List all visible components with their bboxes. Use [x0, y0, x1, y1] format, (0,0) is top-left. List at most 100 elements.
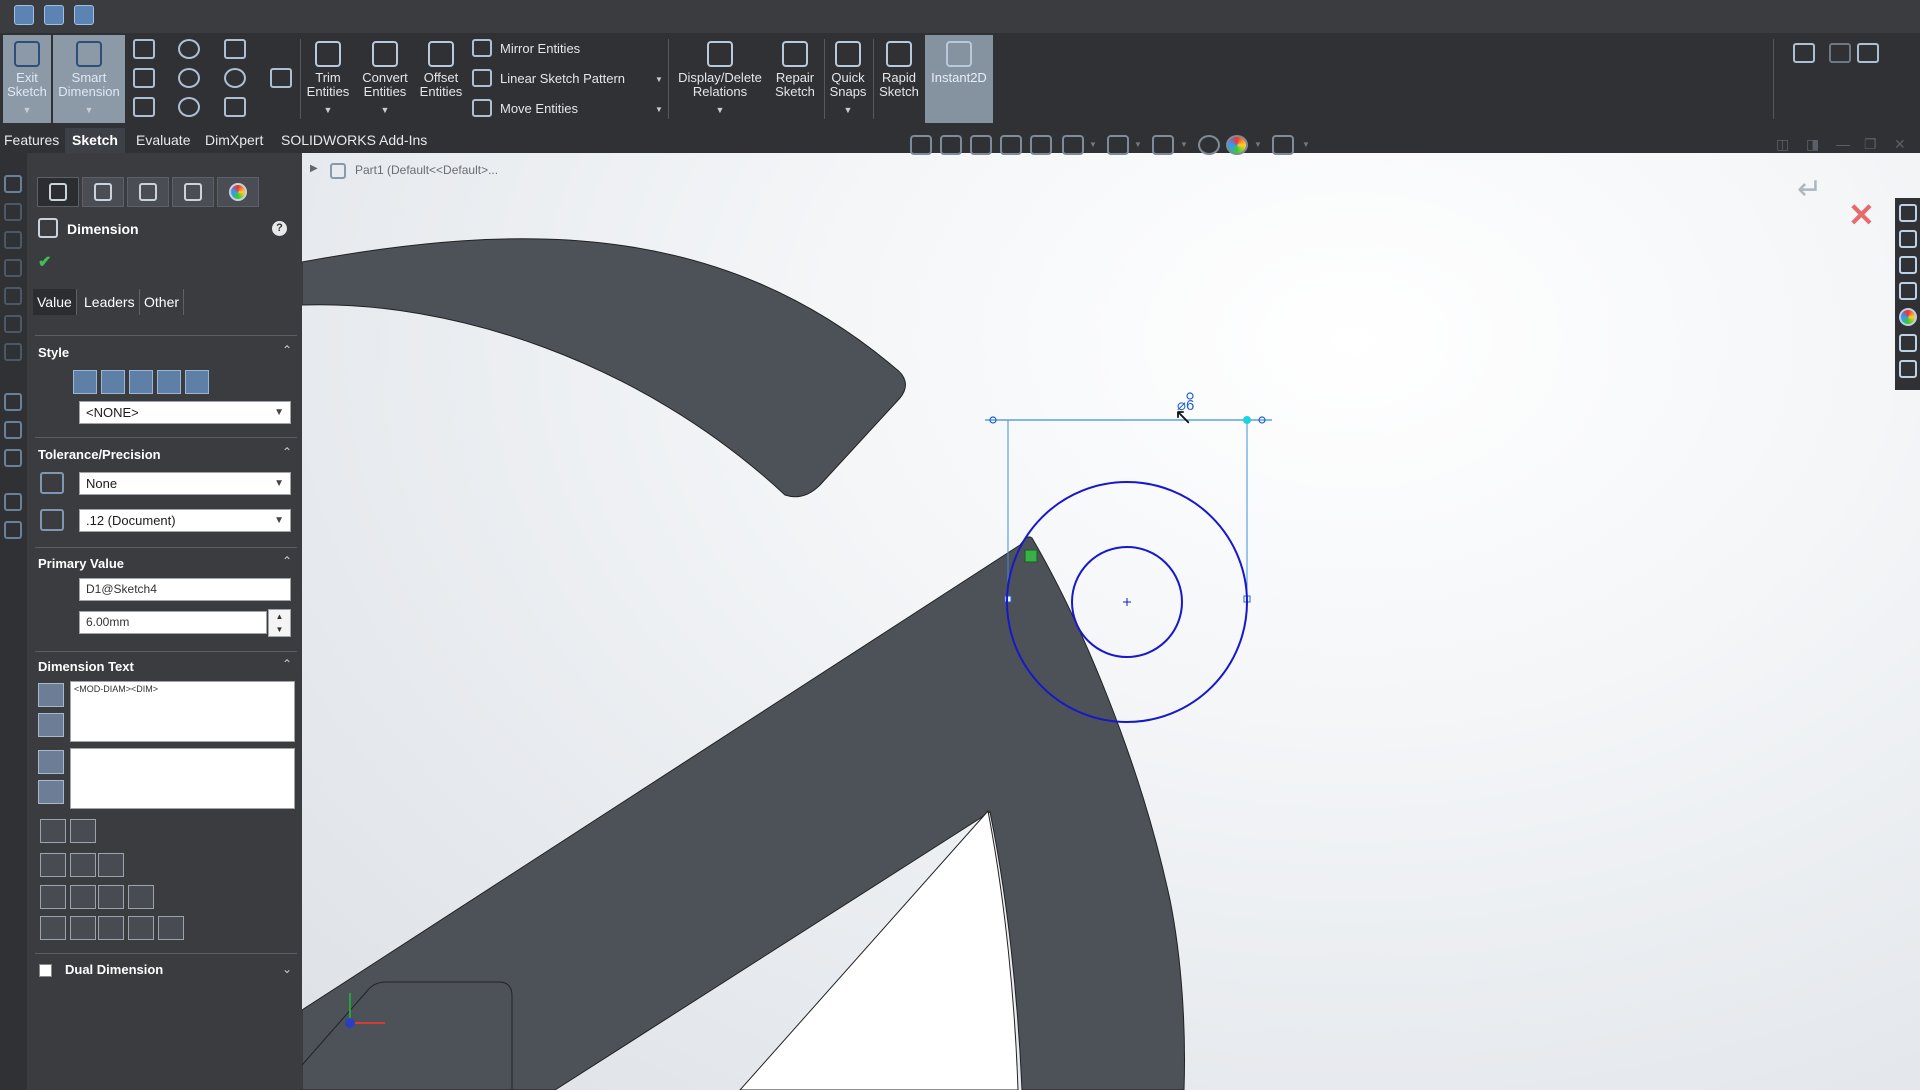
design-library-icon[interactable] [1899, 230, 1917, 248]
expand-icon[interactable]: ⌄ [282, 962, 292, 976]
dimension-text-top-field[interactable]: <MOD-DIAM><DIM> [70, 681, 295, 742]
view-orientation-icon[interactable] [1062, 135, 1084, 155]
align-left-icon[interactable] [40, 853, 66, 877]
display-style-icon[interactable] [1107, 135, 1129, 155]
view-settings-icon[interactable] [1272, 135, 1294, 155]
home-icon[interactable] [1899, 204, 1917, 222]
line-icon[interactable] [133, 39, 155, 59]
tab-leaders[interactable]: Leaders [80, 289, 140, 315]
collapse-icon[interactable]: ⌃ [282, 554, 292, 568]
chevron-down-icon[interactable]: ▼ [3, 103, 51, 117]
previous-view-icon[interactable] [970, 135, 992, 155]
custom-properties-icon[interactable] [1899, 334, 1917, 352]
hide-show-items-icon[interactable] [1152, 135, 1174, 155]
text-right-icon[interactable] [38, 780, 64, 804]
circle-icon[interactable] [178, 39, 200, 59]
exit-sketch-button[interactable]: Exit Sketch ▼ [3, 35, 51, 123]
chevron-down-icon[interactable]: ▼ [655, 75, 663, 84]
more-symbols-icon[interactable] [158, 916, 184, 940]
counterbore-symbol-icon[interactable] [98, 916, 124, 940]
view-palette-icon[interactable] [1899, 282, 1917, 300]
chevron-down-icon[interactable]: ▼ [1089, 140, 1097, 149]
help-icon[interactable]: ? [272, 221, 287, 236]
chevron-down-icon[interactable]: ▼ [826, 103, 870, 117]
spline-icon[interactable] [224, 39, 246, 59]
text-icon[interactable] [270, 68, 292, 88]
apply-scene-icon[interactable] [1226, 135, 1248, 155]
appearances-icon[interactable] [1899, 308, 1917, 326]
precision-select[interactable]: .12 (Document) ▼ [79, 509, 291, 532]
value-spinner[interactable]: ▲ ▼ [268, 609, 291, 637]
tab-solidworks-add-ins[interactable]: SOLIDWORKS Add-Ins [277, 128, 431, 153]
sketch-ink-icon[interactable] [1793, 43, 1815, 63]
dual-dimension-checkbox[interactable] [39, 964, 52, 977]
diameter-symbol-icon[interactable] [40, 885, 66, 909]
tab-evaluate[interactable]: Evaluate [132, 128, 194, 153]
add-style-button[interactable] [101, 370, 125, 394]
chevron-down-icon[interactable]: ▼ [675, 103, 765, 117]
feature-manager-tab[interactable] [37, 177, 79, 207]
trim-entities-button[interactable]: Trim Entities ▼ [302, 35, 354, 123]
text-recognition-icon[interactable] [1857, 43, 1879, 63]
collapse-icon[interactable]: ⌃ [282, 343, 292, 357]
hole-icon[interactable] [4, 343, 22, 361]
tab-sketch[interactable]: Sketch [65, 128, 125, 153]
plus-minus-symbol-icon[interactable] [98, 885, 124, 909]
mirror-entities-button[interactable]: Mirror Entities [472, 39, 580, 57]
sweep-icon[interactable] [4, 231, 22, 249]
align-center-icon[interactable] [70, 853, 96, 877]
dynamic-annotation-icon[interactable] [1030, 135, 1052, 155]
text-above-icon[interactable] [38, 683, 64, 707]
tab-dimxpert[interactable]: DimXpert [201, 128, 267, 153]
split-window-icon[interactable]: ◨ [1806, 136, 1819, 153]
smart-dimension-button[interactable]: Smart Dimension ▼ [53, 35, 125, 123]
chevron-down-icon[interactable]: ▼ [1302, 140, 1310, 149]
convert-entities-button[interactable]: Convert Entities ▼ [356, 35, 414, 123]
tab-features[interactable]: Features [0, 128, 63, 153]
dimension-value-field[interactable]: 6.00mm [79, 611, 267, 634]
section-view-icon[interactable] [1000, 135, 1022, 155]
extrude-icon[interactable] [4, 175, 22, 193]
tab-other[interactable]: Other [140, 289, 185, 315]
chevron-down-icon[interactable]: ▼ [1254, 140, 1262, 149]
loft-icon[interactable] [4, 259, 22, 277]
zoom-to-fit-icon[interactable] [910, 135, 932, 155]
dimension-text-bottom-field[interactable] [70, 748, 295, 809]
move-entities-button[interactable]: Move Entities [472, 99, 578, 117]
edit-appearance-icon[interactable] [1198, 135, 1220, 155]
linear-sketch-pattern-button[interactable]: Linear Sketch Pattern [472, 69, 625, 87]
quick-snaps-button[interactable]: Quick Snaps ▼ [826, 35, 870, 123]
sketch-canvas[interactable] [302, 153, 1920, 1090]
fillet-feature-icon[interactable] [4, 393, 22, 411]
zoom-to-area-icon[interactable] [940, 135, 962, 155]
centerline-symbol-icon[interactable] [128, 885, 154, 909]
save-style-button[interactable] [157, 370, 181, 394]
minimize-icon[interactable]: — [1836, 136, 1850, 152]
tree-expand-icon[interactable]: ▶ [310, 163, 318, 174]
instant2d-button[interactable]: Instant2D [925, 35, 993, 123]
fillet-icon[interactable] [224, 97, 246, 117]
load-style-button[interactable] [185, 370, 209, 394]
shell-icon[interactable] [4, 493, 22, 511]
dimxpert-manager-tab[interactable] [172, 177, 214, 207]
depth-symbol-icon[interactable] [128, 916, 154, 940]
cut-icon[interactable] [4, 315, 22, 333]
rapid-sketch-button[interactable]: Rapid Sketch [875, 35, 923, 123]
ok-check-icon[interactable]: ✔ [38, 252, 51, 272]
repair-sketch-button[interactable]: Repair Sketch [770, 35, 820, 123]
open-document-icon[interactable] [44, 5, 64, 25]
confirmation-corner-cancel-icon[interactable]: ✕ [1848, 196, 1875, 234]
save-document-icon[interactable] [74, 5, 94, 25]
text-below-icon[interactable] [38, 713, 64, 737]
chevron-down-icon[interactable]: ▼ [302, 103, 354, 117]
delete-style-button[interactable] [129, 370, 153, 394]
chevron-down-icon[interactable]: ▼ [1180, 140, 1188, 149]
dimension-extension-icon[interactable] [40, 819, 66, 843]
apply-default-style-button[interactable] [73, 370, 97, 394]
ellipse-icon[interactable] [224, 68, 246, 88]
boundary-icon[interactable] [4, 287, 22, 305]
rectangle-icon[interactable] [133, 68, 155, 88]
confirmation-corner-ok-icon[interactable]: ↵ [1797, 172, 1822, 207]
restore-icon[interactable]: ❐ [1864, 136, 1877, 153]
align-right-icon[interactable] [98, 853, 124, 877]
